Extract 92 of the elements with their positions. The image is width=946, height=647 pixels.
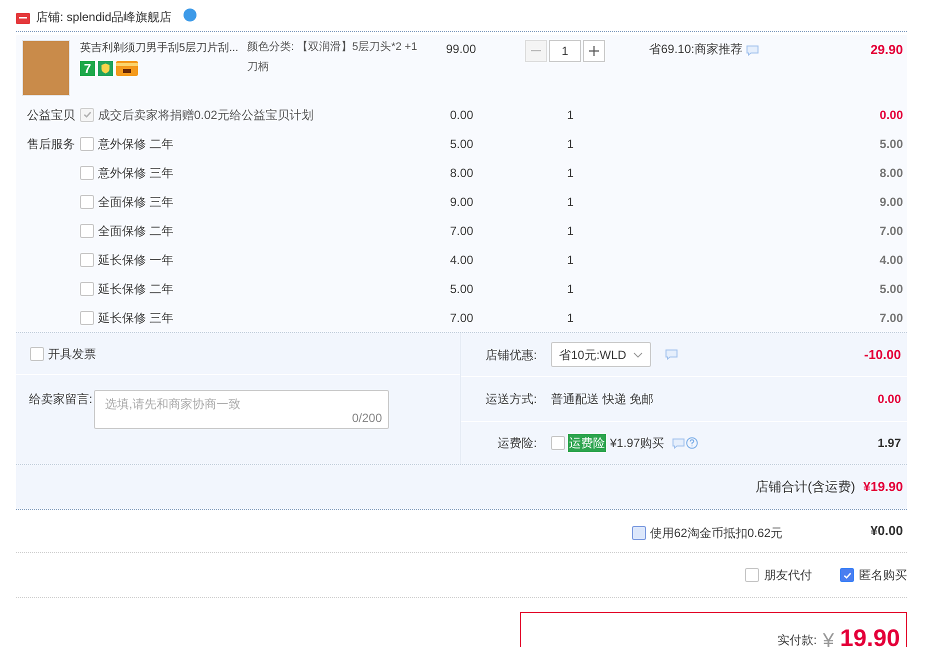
service-price: 0.00 xyxy=(450,106,474,124)
service-total: 9.00 xyxy=(880,194,904,210)
return-days-badge: 7 xyxy=(80,60,95,76)
product-spec: 颜色分类: 【双润滑】5层刀头*2 +1刀柄 xyxy=(247,40,418,75)
shipping-method: 普通配送 快递 免邮 xyxy=(551,391,654,408)
service-quantity: 1 xyxy=(567,310,575,326)
info-bubble-icon[interactable] xyxy=(183,8,198,22)
character-counter: 0/200 xyxy=(352,410,382,427)
message-label: 给卖家留言: xyxy=(29,391,94,408)
service-quantity: 1 xyxy=(567,136,575,152)
service-price: 4.00 xyxy=(450,252,474,268)
service-total: 5.00 xyxy=(880,280,904,298)
plus-icon xyxy=(589,46,599,56)
service-price: 7.00 xyxy=(450,222,474,240)
service-quantity: 1 xyxy=(567,194,575,210)
service-total: 7.00 xyxy=(880,310,904,326)
coin-deduction-label: 使用62淘金币抵扣0.62元 xyxy=(650,525,783,542)
checkmark-icon xyxy=(82,110,92,119)
insurance-amount: 1.97 xyxy=(878,435,902,452)
help-icon[interactable] xyxy=(686,437,698,449)
discount-text: 省69.10:商家推荐 xyxy=(649,41,742,58)
chevron-down-icon xyxy=(633,352,643,358)
service-quantity: 1 xyxy=(567,252,575,268)
service-quantity: 1 xyxy=(567,106,575,124)
decrease-button[interactable] xyxy=(525,40,547,62)
coin-amount: ¥0.00 xyxy=(870,522,904,540)
service-name: 全面保修 三年 xyxy=(98,194,174,210)
service-total: 5.00 xyxy=(880,136,904,152)
minus-icon xyxy=(531,50,541,52)
chat-bubble-icon[interactable] xyxy=(665,349,678,360)
service-name: 意外保修 三年 xyxy=(98,164,174,182)
service-name: 意外保修 二年 xyxy=(98,136,174,152)
service-total: 0.00 xyxy=(880,106,904,124)
product-photo-placeholder xyxy=(22,40,70,96)
service-price: 7.00 xyxy=(450,310,474,326)
checkbox[interactable] xyxy=(80,224,94,238)
checkbox[interactable] xyxy=(80,282,94,296)
checkbox[interactable] xyxy=(80,166,94,180)
item-total: 29.90 xyxy=(870,41,904,59)
service-price: 9.00 xyxy=(450,194,474,210)
chat-bubble-icon[interactable] xyxy=(746,45,760,56)
service-total: 8.00 xyxy=(880,164,904,182)
checkbox[interactable] xyxy=(80,252,94,266)
shop-logo-icon xyxy=(16,12,30,24)
increase-button[interactable] xyxy=(583,40,605,62)
checkbox[interactable] xyxy=(80,194,94,208)
card-icon xyxy=(116,60,138,76)
shipping-amount: 0.00 xyxy=(878,391,902,408)
checkbox[interactable] xyxy=(551,436,565,450)
coupon-label: 店铺优惠: xyxy=(484,346,538,364)
shop-name[interactable]: 店铺: splendid品峰旗舰店 xyxy=(36,8,172,26)
shop-total-label: 店铺合计(含运费) xyxy=(756,478,856,496)
service-quantity: 1 xyxy=(567,164,575,182)
currency-sign: ¥ xyxy=(822,631,834,647)
shipping-label: 运送方式: xyxy=(484,391,538,408)
service-quantity: 1 xyxy=(567,222,575,240)
checkbox[interactable] xyxy=(840,568,854,582)
option-label: 朋友代付 xyxy=(764,567,812,584)
service-name: 成交后卖家将捐赠0.02元给公益宝贝计划 xyxy=(98,106,314,124)
invoice-label: 开具发票 xyxy=(48,346,96,362)
service-group-label: 售后服务 xyxy=(27,136,75,150)
quantity-field[interactable]: 1 xyxy=(549,40,581,62)
service-total: 7.00 xyxy=(880,222,904,240)
checkbox[interactable] xyxy=(632,526,646,540)
option-label: 匿名购买 xyxy=(859,567,907,584)
checkbox[interactable] xyxy=(80,310,94,324)
shop-total-amount: ¥19.90 xyxy=(863,478,903,496)
insurance-tag: 运费险 xyxy=(568,434,606,452)
chat-bubble-icon[interactable] xyxy=(672,438,686,448)
service-name: 延长保修 三年 xyxy=(98,310,174,326)
service-group-label: 公益宝贝 xyxy=(27,108,75,122)
product-title[interactable]: 英吉利剃须刀男手刮5层刀片刮... xyxy=(80,40,238,56)
coupon-amount: -10.00 xyxy=(864,346,902,364)
payment-amount: 19.90 xyxy=(840,627,900,647)
coupon-dropdown[interactable]: 省10元:WLD xyxy=(551,342,651,367)
checkbox[interactable] xyxy=(745,568,759,582)
service-total: 4.00 xyxy=(880,252,904,268)
service-quantity: 1 xyxy=(567,280,575,298)
service-price: 5.00 xyxy=(450,280,474,298)
service-price: 8.00 xyxy=(450,164,474,182)
service-name: 全面保修 二年 xyxy=(98,222,174,240)
insurance-price: ¥1.97购买 xyxy=(610,435,664,452)
service-name: 延长保修 二年 xyxy=(98,280,174,298)
service-price: 5.00 xyxy=(450,136,474,152)
shield-icon xyxy=(98,60,113,76)
service-name: 延长保修 一年 xyxy=(98,252,174,268)
checkbox[interactable] xyxy=(30,346,44,360)
checkmark-icon xyxy=(842,570,852,580)
insurance-label: 运费险: xyxy=(496,435,538,452)
payment-label: 实付款: xyxy=(777,632,817,647)
checkbox[interactable] xyxy=(80,136,94,150)
unit-price: 99.00 xyxy=(446,41,478,58)
